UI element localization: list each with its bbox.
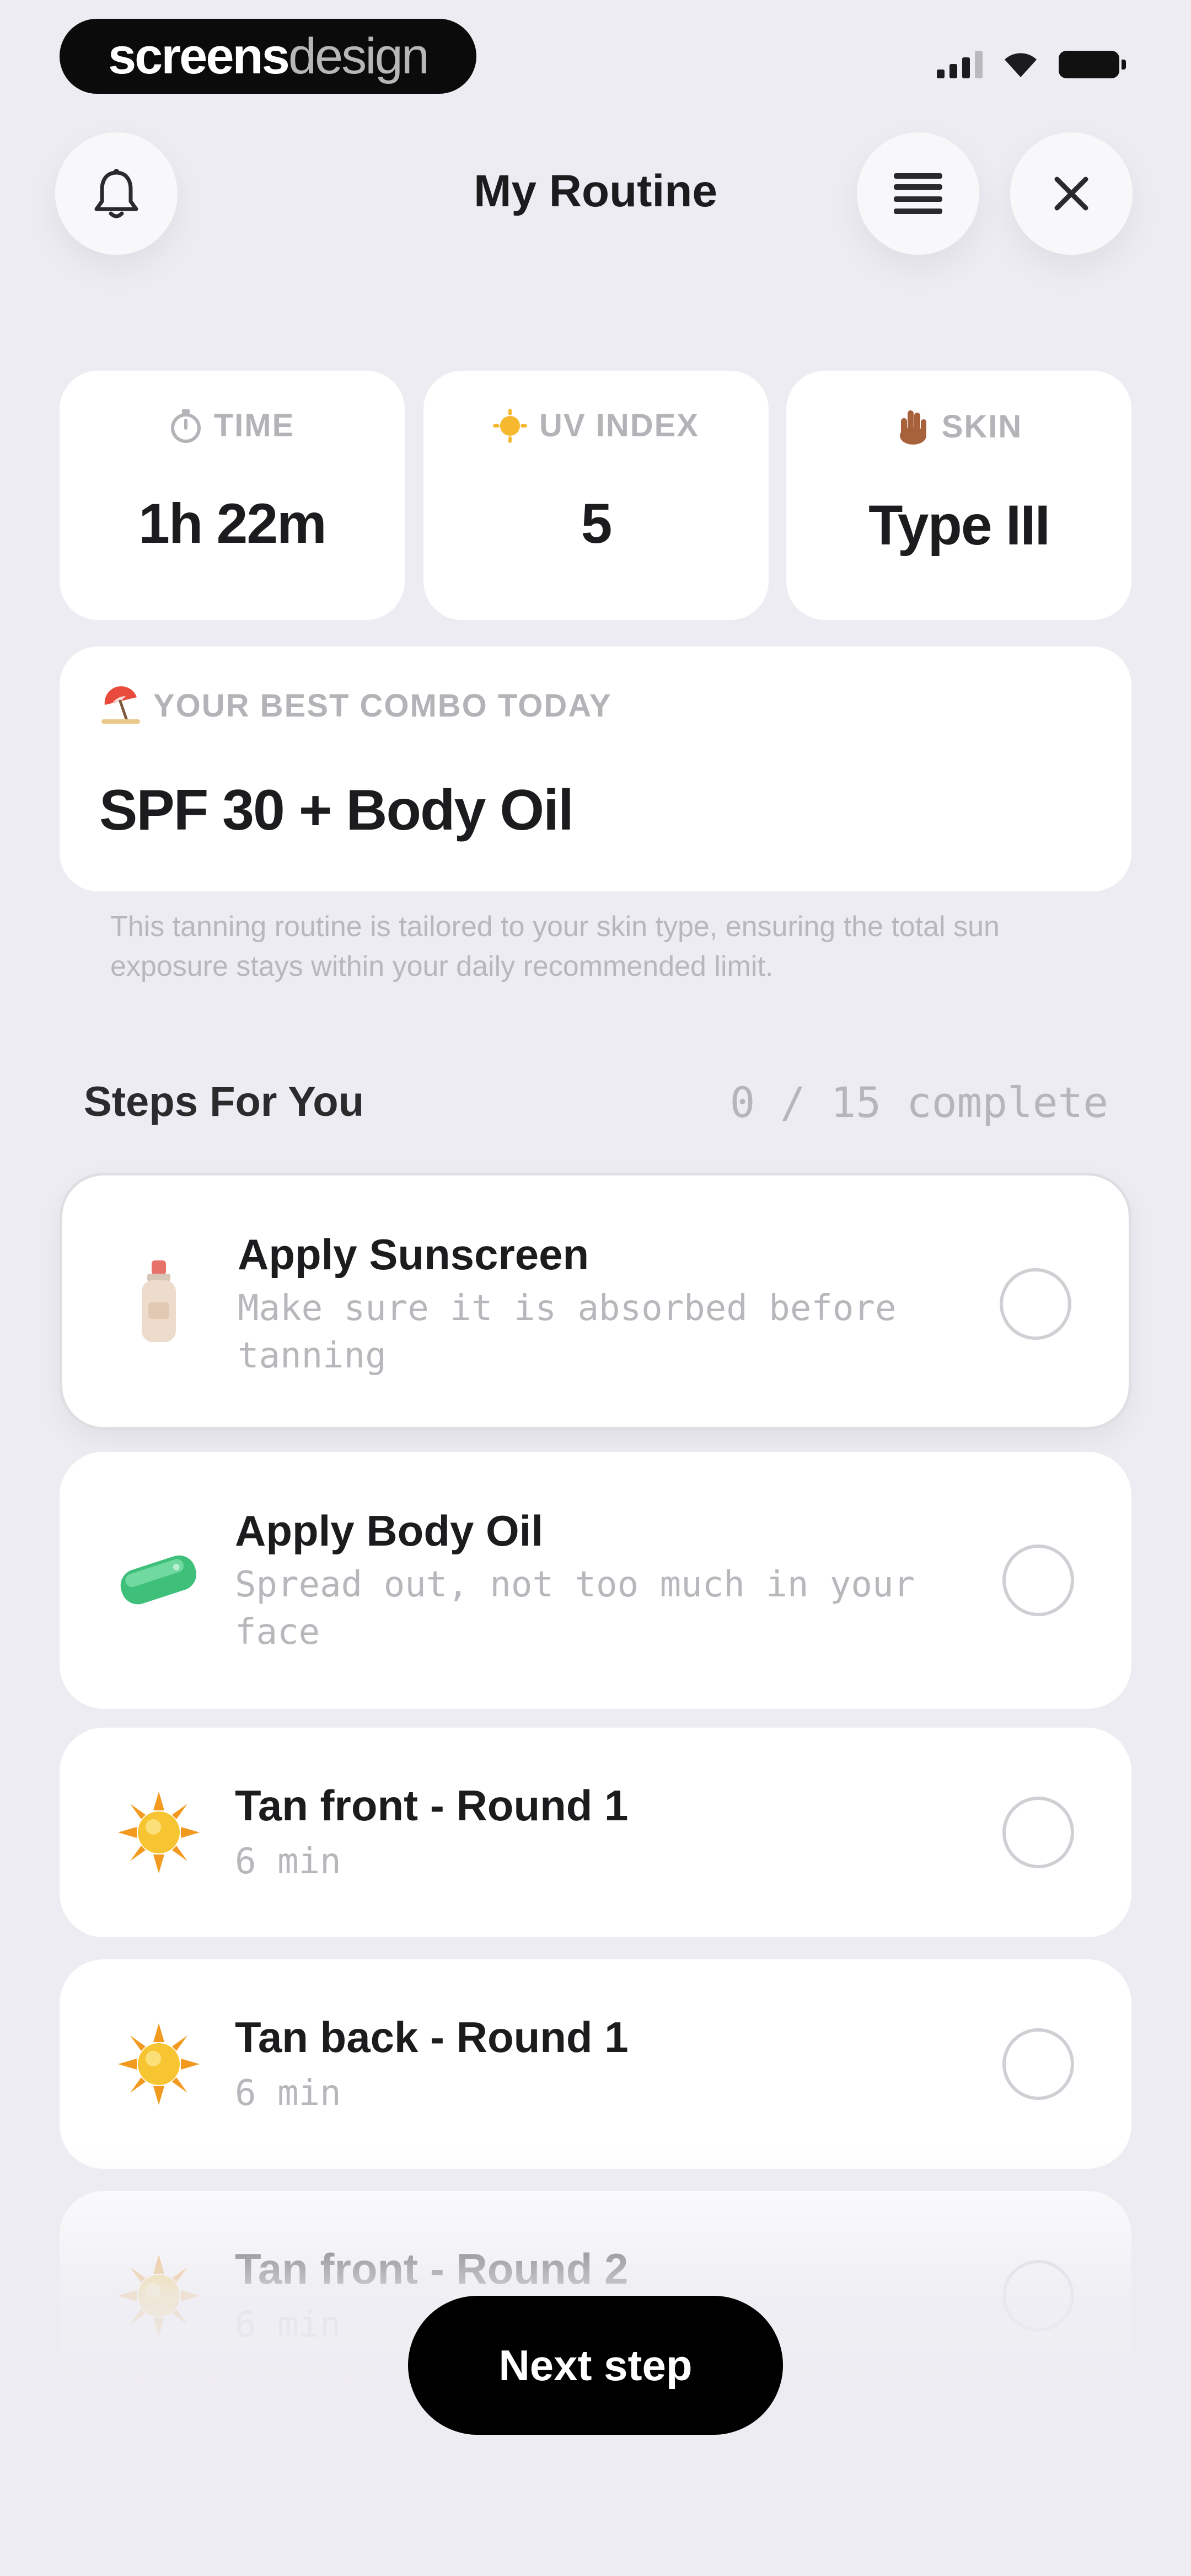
- sun-icon: [118, 2023, 200, 2105]
- cellular-signal-icon: [937, 51, 983, 78]
- best-combo-card: YOUR BEST COMBO TODAY SPF 30 + Body Oil: [60, 646, 1131, 891]
- steps-section-title: Steps For You: [84, 1078, 364, 1125]
- sunscreen-bottle-icon: [142, 1260, 176, 1342]
- close-icon: [1054, 177, 1088, 211]
- list-icon: [894, 173, 942, 214]
- stat-card-time: TIME 1h 22m: [60, 371, 405, 620]
- stat-value-time: 1h 22m: [138, 492, 327, 555]
- step-title: Tan back - Round 1: [235, 2013, 629, 2061]
- step-title: Apply Body Oil: [235, 1506, 544, 1555]
- step-subtitle: Spread out, not too much in your face: [235, 1564, 915, 1653]
- step-item-tan-front-round-1[interactable]: Tan front - Round 1 6 min: [60, 1728, 1131, 1937]
- routine-list-button[interactable]: [857, 132, 979, 255]
- stat-value-uv-index: 5: [581, 492, 613, 555]
- step-item-tan-back-round-1[interactable]: Tan back - Round 1 6 min: [60, 1959, 1131, 2169]
- close-button[interactable]: [1010, 132, 1133, 255]
- status-icons: [937, 49, 1126, 78]
- sun-icon: [118, 1792, 200, 1873]
- stat-label-skin: SKIN: [941, 408, 1023, 445]
- step-subtitle: 6 min: [235, 2073, 341, 2114]
- timer-icon: [170, 409, 201, 443]
- step-checkbox[interactable]: [1002, 2260, 1074, 2332]
- step-item-apply-body-oil[interactable]: Apply Body Oil Spread out, not too much …: [60, 1452, 1131, 1709]
- stat-card-uv-index: UV INDEX 5: [423, 371, 769, 620]
- sun-icon: [118, 2255, 200, 2337]
- soap-icon: [120, 1555, 197, 1605]
- stat-label-uv-index: UV INDEX: [539, 408, 699, 443]
- brand-logo: screens design: [60, 19, 476, 94]
- step-title: Tan front - Round 2: [235, 2244, 629, 2293]
- combo-description: This tanning routine is tailored to your…: [110, 911, 1000, 982]
- sun-icon: [493, 408, 528, 443]
- combo-label: YOUR BEST COMBO TODAY: [153, 687, 612, 724]
- step-checkbox[interactable]: [1000, 1268, 1071, 1340]
- logo-text-secondary: design: [288, 28, 430, 84]
- stat-value-skin: Type III: [868, 494, 1050, 557]
- hand-icon: [899, 410, 926, 445]
- step-title: Tan front - Round 1: [235, 1781, 629, 1830]
- step-checkbox[interactable]: [1002, 2028, 1074, 2100]
- step-title: Apply Sunscreen: [238, 1230, 589, 1279]
- battery-icon: [1059, 51, 1126, 78]
- routine-screen: screens design My Routine TIME 1h 22m UV…: [0, 0, 1191, 2576]
- stat-card-skin: SKIN Type III: [786, 371, 1131, 620]
- step-checkbox[interactable]: [1002, 1797, 1074, 1868]
- step-subtitle: 6 min: [235, 1841, 341, 1882]
- logo-text-primary: screens: [108, 28, 290, 84]
- stat-label-time: TIME: [213, 408, 295, 443]
- wifi-icon: [1005, 53, 1037, 77]
- steps-progress-count: 0 / 15 complete: [729, 1078, 1108, 1127]
- combo-value: SPF 30 + Body Oil: [99, 778, 574, 842]
- next-step-button[interactable]: Next step: [408, 2296, 783, 2435]
- step-checkbox[interactable]: [1002, 1544, 1074, 1616]
- step-item-apply-sunscreen[interactable]: Apply Sunscreen Make sure it is absorbed…: [60, 1173, 1131, 1430]
- step-subtitle: Make sure it is absorbed before tanning: [238, 1288, 897, 1376]
- beach-umbrella-icon: [101, 686, 140, 724]
